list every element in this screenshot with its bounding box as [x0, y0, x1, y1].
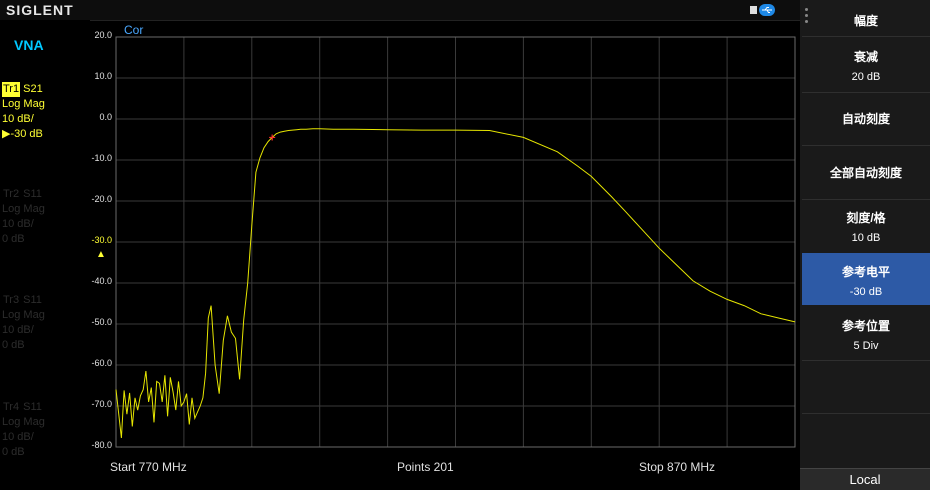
trace-3-ref: 0 dB	[2, 339, 25, 351]
trace-4-format: Log Mag	[2, 416, 45, 428]
usb-icon	[750, 4, 775, 16]
top-status-bar: SIGLENT	[0, 0, 800, 21]
softkey-attenuation[interactable]: 衰减 20 dB	[802, 48, 930, 83]
trace-plot[interactable]	[90, 20, 800, 489]
softkey-amplitude-header: 幅度	[853, 14, 878, 28]
trace-2-scale: 10 dB/	[2, 218, 34, 230]
trace-1-format: Log Mag	[2, 98, 45, 110]
stop-frequency: Stop 870 MHz	[639, 460, 716, 474]
softkey-panel: 幅度 衰减 20 dB 自动刻度 全部自动刻度 刻度/格 10 dB 参考电平 -30…	[800, 0, 930, 490]
trace-2-info[interactable]: Tr2 S11 Log Mag 10 dB/ 0 dB	[2, 187, 45, 247]
brand-logo: SIGLENT	[6, 2, 74, 18]
trace-3-tag: Tr3	[3, 294, 20, 306]
measurement-graph[interactable]: Cor 20.0 10.0 0.0 -10.0 -20.0 -30.0 -40.0 -50.0…	[90, 20, 800, 489]
softkey-reference-level[interactable]: 参考电平 -30 dB	[802, 253, 930, 305]
trace-4-info[interactable]: Tr4 S11 Log Mag 10 dB/ 0 dB	[2, 400, 45, 460]
trace-2-tag: Tr2	[3, 188, 20, 200]
trace-4-param: S11	[23, 401, 42, 413]
trace-3-param: S11	[23, 294, 42, 306]
trace-info-panel: VNA Tr1 S21 Log Mag 10 dB/ ▶-30 dB Tr2 S…	[0, 20, 90, 489]
trace-4-scale: 10 dB/	[2, 431, 34, 443]
trace-1-ref: ▶-30 dB	[2, 128, 43, 140]
start-frequency: Start 770 MHz	[110, 460, 187, 474]
trace-4-ref: 0 dB	[2, 446, 25, 458]
trace-3-scale: 10 dB/	[2, 324, 34, 336]
points-count: Points 201	[397, 460, 454, 474]
softkey-scale-per-div[interactable]: 刻度/格 10 dB	[802, 209, 930, 244]
mode-label: VNA	[14, 37, 44, 53]
softkey-auto-scale[interactable]: 自动刻度	[802, 110, 930, 127]
trace-1-tag: Tr1	[2, 82, 21, 97]
trace-1-scale: 10 dB/	[2, 113, 34, 125]
trace-1-param: S21	[23, 83, 43, 95]
trace-4-tag: Tr4	[3, 401, 20, 413]
softkey-reference-position[interactable]: 参考位置 5 Div	[802, 317, 930, 352]
trace-2-param: S11	[23, 188, 42, 200]
trace-2-format: Log Mag	[2, 203, 45, 215]
trace-1-info[interactable]: Tr1 S21 Log Mag 10 dB/ ▶-30 dB	[2, 82, 45, 142]
softkey-auto-scale-all[interactable]: 全部自动刻度	[802, 164, 930, 181]
trace-2-ref: 0 dB	[2, 233, 25, 245]
local-button[interactable]: Local	[800, 468, 930, 490]
trace-3-info[interactable]: Tr3 S11 Log Mag 10 dB/ 0 dB	[2, 293, 45, 353]
trace-3-format: Log Mag	[2, 309, 45, 321]
